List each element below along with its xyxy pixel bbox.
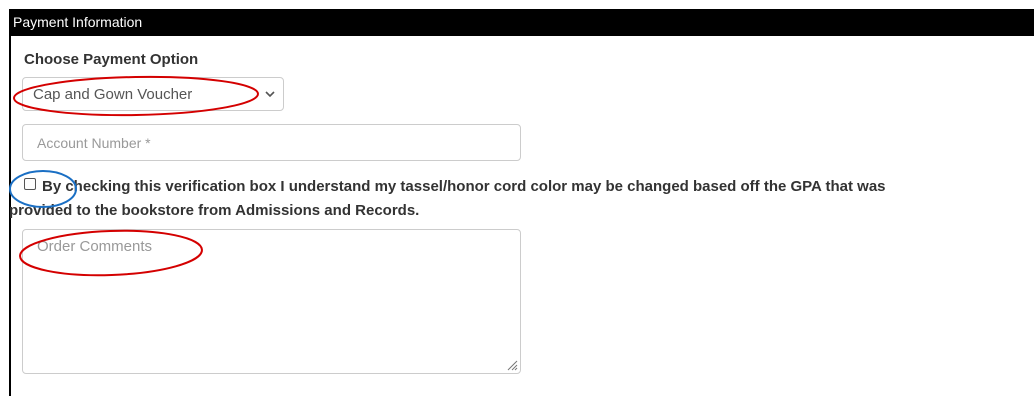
account-number-input[interactable] [22, 124, 521, 161]
verification-text-line-2: provided to the bookstore from Admission… [9, 202, 420, 219]
resize-grip-icon[interactable] [506, 359, 518, 371]
order-comments-textarea[interactable] [22, 229, 521, 374]
panel-title: Payment Information [13, 14, 143, 30]
panel-header: Payment Information [9, 9, 1034, 36]
payment-option-select[interactable]: Cap and Gown Voucher [22, 77, 284, 111]
verification-checkbox[interactable] [24, 178, 36, 190]
payment-option-selected-value: Cap and Gown Voucher [33, 86, 193, 103]
payment-option-label: Choose Payment Option [24, 51, 199, 68]
verification-text-line-1: By checking this verification box I unde… [42, 178, 886, 195]
chevron-down-icon [265, 91, 275, 98]
verification-statement: By checking this verification box I unde… [9, 175, 1032, 223]
